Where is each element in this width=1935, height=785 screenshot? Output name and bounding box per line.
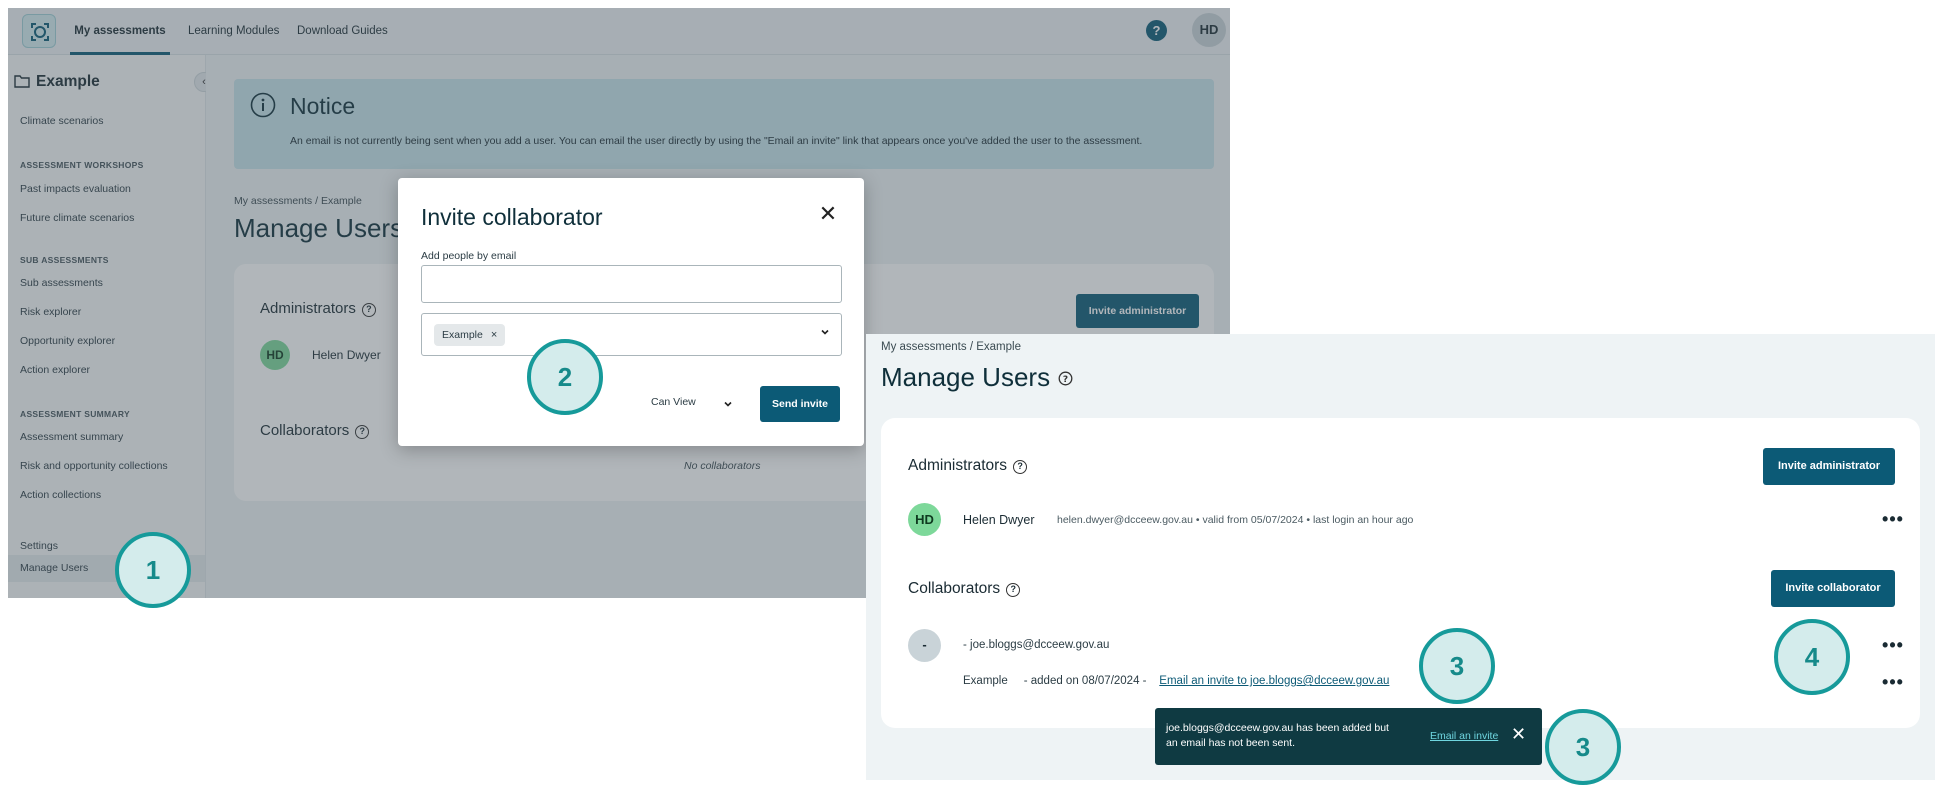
more-options-icon[interactable]: •••	[1881, 510, 1905, 528]
collaborator-assessment: Example	[963, 675, 1008, 687]
assessment-select[interactable]: Example ×	[421, 313, 842, 356]
toast-notification: joe.bloggs@dcceew.gov.au has been added …	[1155, 708, 1542, 765]
close-icon[interactable]: ✕	[1511, 725, 1526, 743]
administrators-heading-text: Administrators	[908, 457, 1008, 474]
step-callout-3: 3	[1419, 628, 1495, 704]
page-title: Manage Users?	[881, 362, 1073, 393]
admin-meta: helen.dwyer@dcceew.gov.au • valid from 0…	[1057, 514, 1414, 526]
invite-collaborator-modal: Invite collaborator ✕ Add people by emai…	[398, 178, 864, 446]
admin-name: Helen Dwyer	[963, 513, 1035, 527]
collaborator-email: - joe.bloggs@dcceew.gov.au	[963, 639, 1110, 651]
close-icon[interactable]: ✕	[816, 202, 840, 226]
step-callout-4: 4	[1774, 619, 1850, 695]
avatar: HD	[908, 503, 941, 536]
chevron-down-icon	[821, 329, 829, 335]
chip-remove-icon[interactable]: ×	[491, 329, 497, 341]
send-invite-button[interactable]: Send invite	[760, 386, 840, 422]
invite-collaborator-button[interactable]: Invite collaborator	[1771, 570, 1895, 607]
step-callout-3b: 3	[1545, 709, 1621, 785]
page-title-text: Manage Users	[881, 362, 1051, 392]
step-callout-2: 2	[527, 339, 603, 415]
step-callout-1: 1	[115, 532, 191, 608]
administrators-heading: Administrators?	[908, 457, 1028, 475]
help-circle-icon: ?	[1058, 371, 1073, 386]
avatar: -	[908, 629, 941, 662]
invite-administrator-button[interactable]: Invite administrator	[1763, 448, 1895, 485]
help-circle-icon[interactable]: ?	[1006, 583, 1021, 597]
more-options-icon[interactable]: •••	[1881, 636, 1905, 654]
assessment-chip-label: Example	[442, 329, 483, 341]
email-field-label: Add people by email	[421, 250, 517, 262]
manage-users-screen-after-invite: My assessments / Example Manage Users? A…	[866, 334, 1935, 780]
toast-message: joe.bloggs@dcceew.gov.au has been added …	[1166, 722, 1389, 749]
help-circle-icon[interactable]: ?	[1013, 460, 1028, 474]
more-options-icon[interactable]: •••	[1881, 673, 1905, 691]
users-card: Administrators? Invite administrator HD …	[881, 418, 1920, 728]
modal-title: Invite collaborator	[421, 204, 603, 230]
svg-text:?: ?	[1063, 375, 1068, 385]
collaborator-details: Example - added on 08/07/2024 - Email an…	[963, 675, 1389, 687]
toast-email-invite-link[interactable]: Email an invite	[1430, 730, 1498, 742]
chevron-down-icon	[724, 401, 732, 407]
breadcrumb[interactable]: My assessments / Example	[881, 341, 1021, 353]
email-field[interactable]	[421, 265, 842, 303]
assessment-chip: Example ×	[434, 324, 506, 346]
collaborators-heading: Collaborators?	[908, 580, 1021, 598]
collaborators-heading-text: Collaborators	[908, 580, 1001, 597]
collaborator-added-date: - added on 08/07/2024 -	[1023, 675, 1147, 687]
email-invite-link[interactable]: Email an invite to joe.bloggs@dcceew.gov…	[1159, 675, 1389, 687]
permission-select[interactable]: Can View	[651, 396, 696, 408]
